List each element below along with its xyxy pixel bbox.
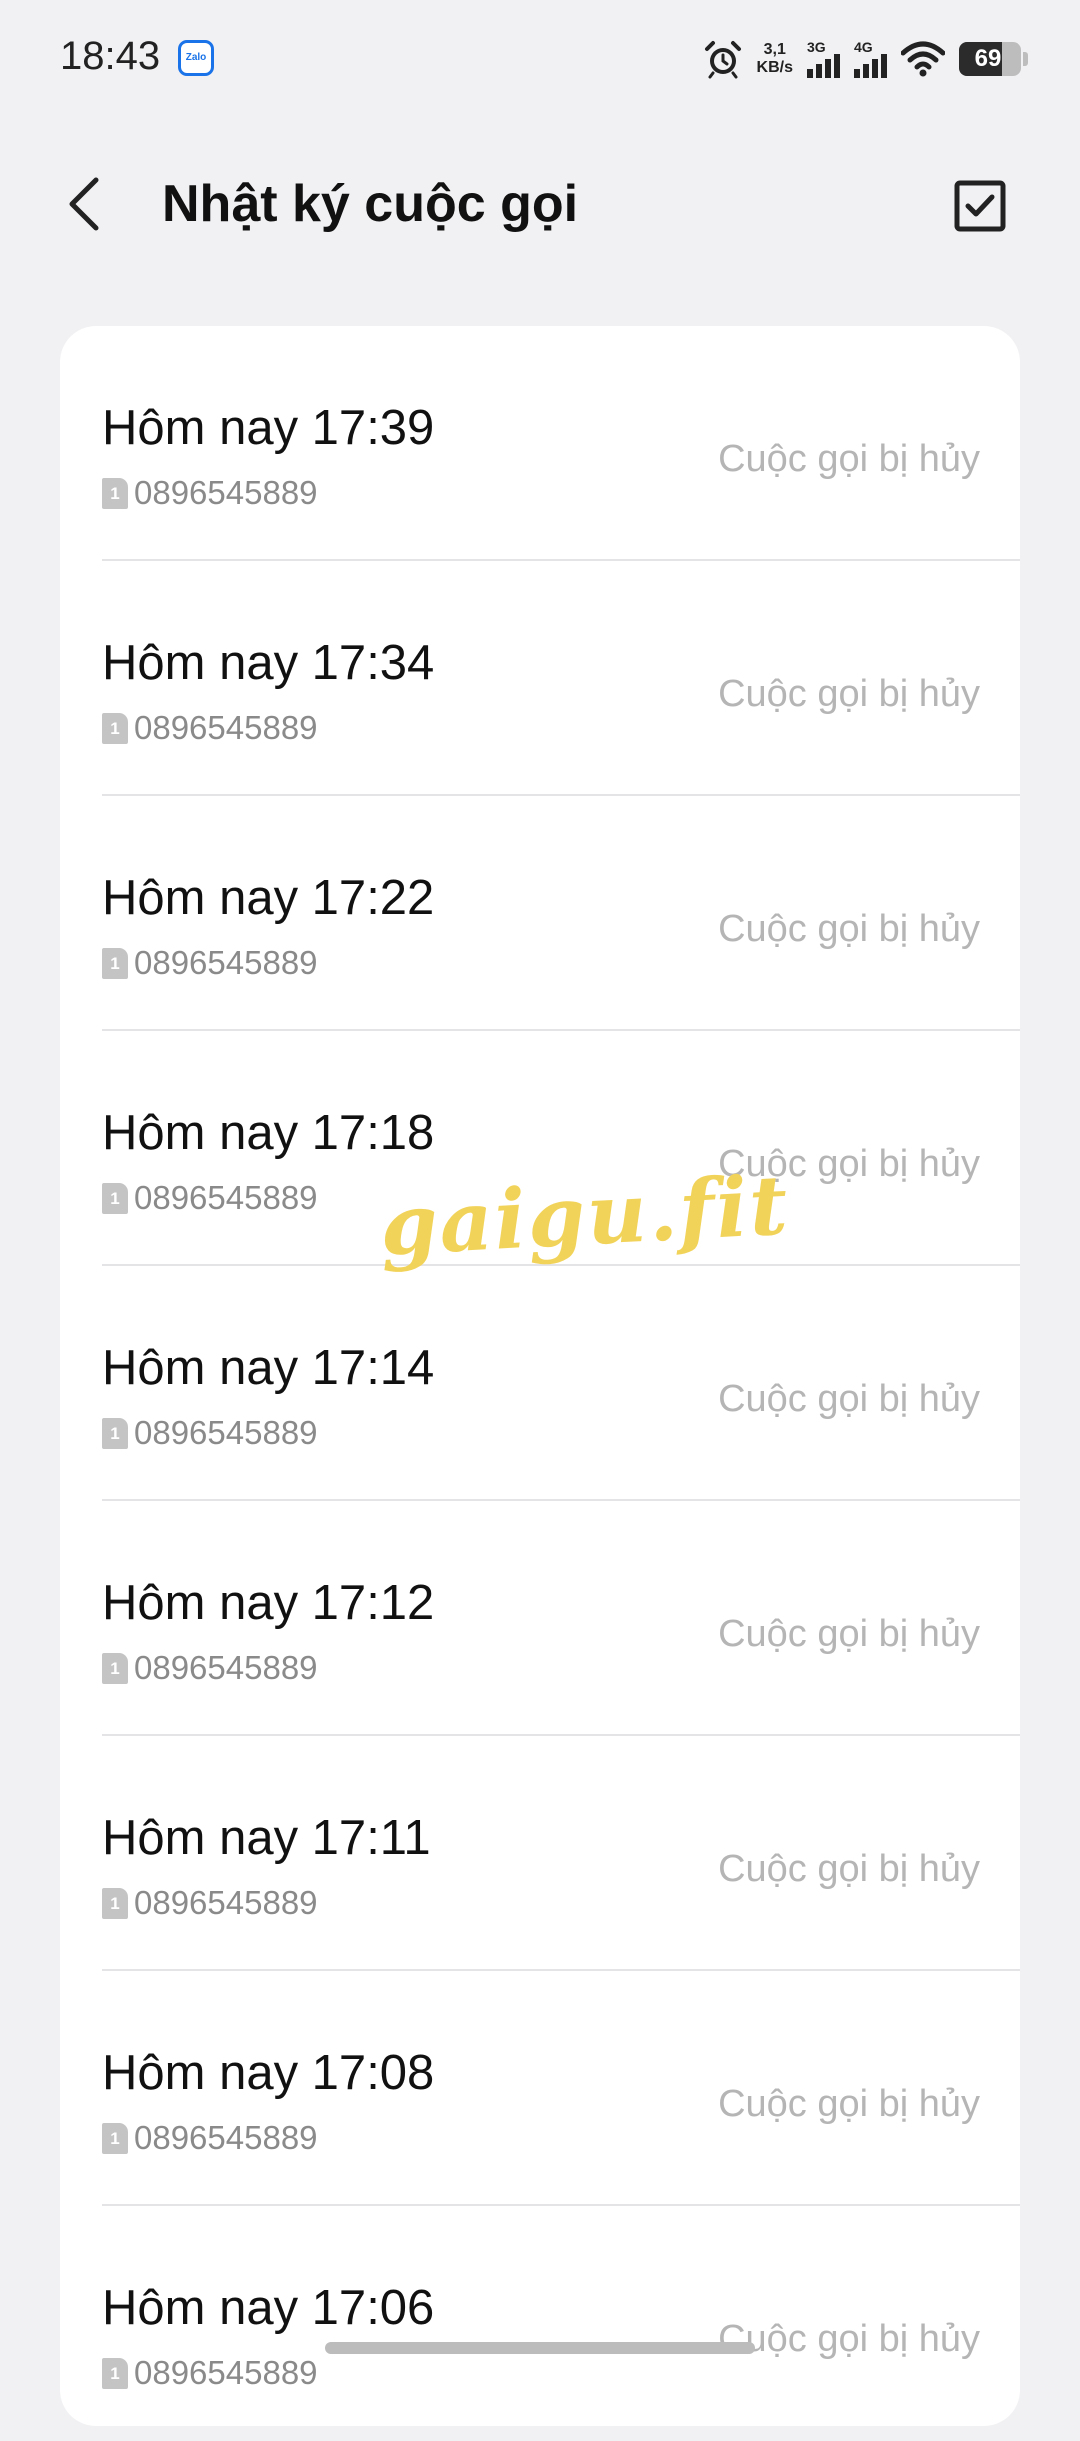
back-button[interactable]: [58, 172, 118, 236]
call-log-item[interactable]: Hôm nay 17:22 1 0896545889 Cuộc gọi bị h…: [60, 796, 1020, 1031]
call-number: 0896545889: [134, 1884, 318, 1921]
call-log-item[interactable]: Hôm nay 17:06 1 0896545889 Cuộc gọi bị h…: [60, 2206, 1020, 2441]
call-log-list: Hôm nay 17:39 1 0896545889 Cuộc gọi bị h…: [60, 326, 1020, 2426]
call-time: Hôm nay 17:39: [102, 401, 435, 455]
status-time: 18:43: [60, 34, 161, 78]
network-speed: 3,1 KB/s: [757, 41, 793, 77]
call-log-item[interactable]: Hôm nay 17:39 1 0896545889 Cuộc gọi bị h…: [60, 326, 1020, 561]
sim-card-icon: 1: [102, 1417, 128, 1449]
call-time: Hôm nay 17:34: [102, 636, 435, 690]
call-number: 0896545889: [134, 709, 318, 746]
call-time: Hôm nay 17:14: [102, 1341, 435, 1395]
alarm-clock-icon: [704, 41, 741, 79]
sim-card-icon: 1: [102, 1652, 128, 1684]
signal-3g-label: 3G: [807, 39, 826, 55]
call-number: 0896545889: [134, 2119, 318, 2156]
call-time: Hôm nay 17:18: [102, 1106, 435, 1160]
call-time: Hôm nay 17:06: [102, 2281, 435, 2335]
call-number-line: 1 0896545889: [102, 1179, 318, 1217]
battery-tip: [1023, 52, 1028, 66]
call-log-item[interactable]: Hôm nay 17:14 1 0896545889 Cuộc gọi bị h…: [60, 1266, 1020, 1501]
signal-bars-icon: [807, 54, 840, 78]
call-number-line: 1 0896545889: [102, 1649, 318, 1687]
call-time: Hôm nay 17:22: [102, 871, 435, 925]
call-number-line: 1 0896545889: [102, 944, 318, 982]
status-bar: 18:43 Zalo 3,1 KB/s 3G 4G 69: [0, 0, 1080, 120]
battery-icon: 69: [959, 42, 1021, 76]
call-number: 0896545889: [134, 1179, 318, 1216]
signal-bars-icon: [854, 54, 887, 78]
signal-4g-label: 4G: [854, 39, 873, 55]
call-time: Hôm nay 17:11: [102, 1811, 431, 1865]
sim-card-icon: 1: [102, 2357, 128, 2389]
call-number: 0896545889: [134, 2354, 318, 2391]
call-number-line: 1 0896545889: [102, 709, 318, 747]
call-number-line: 1 0896545889: [102, 2354, 318, 2392]
status-icons: 3,1 KB/s 3G 4G 69: [703, 34, 1028, 84]
sim-card-icon: 1: [102, 947, 128, 979]
page-title: Nhật ký cuộc gọi: [162, 175, 579, 233]
call-log-item[interactable]: Hôm nay 17:12 1 0896545889 Cuộc gọi bị h…: [60, 1501, 1020, 1736]
sim-card-icon: 1: [102, 2122, 128, 2154]
wifi-icon: [901, 41, 945, 77]
call-status: Cuộc gọi bị hủy: [718, 673, 980, 715]
call-number: 0896545889: [134, 1414, 318, 1451]
signal-4g: 4G: [854, 40, 887, 78]
call-number-line: 1 0896545889: [102, 2119, 318, 2157]
call-status: Cuộc gọi bị hủy: [718, 1378, 980, 1420]
signal-3g: 3G: [807, 40, 840, 78]
call-number-line: 1 0896545889: [102, 1414, 318, 1452]
net-speed-value: 3,1: [763, 41, 786, 58]
call-number: 0896545889: [134, 1649, 318, 1686]
call-status: Cuộc gọi bị hủy: [718, 1848, 980, 1890]
call-status: Cuộc gọi bị hủy: [718, 1613, 980, 1655]
call-log-item[interactable]: Hôm nay 17:08 1 0896545889 Cuộc gọi bị h…: [60, 1971, 1020, 2206]
call-time: Hôm nay 17:08: [102, 2046, 435, 2100]
call-number-line: 1 0896545889: [102, 474, 318, 512]
battery-level: 69: [974, 45, 1002, 72]
call-number: 0896545889: [134, 474, 318, 511]
call-number: 0896545889: [134, 944, 318, 981]
call-status: Cuộc gọi bị hủy: [718, 908, 980, 950]
checkbox-checked-icon: [954, 180, 1006, 232]
call-time: Hôm nay 17:12: [102, 1576, 435, 1630]
zalo-notification-icon: Zalo: [178, 40, 214, 76]
sim-card-icon: 1: [102, 1887, 128, 1919]
home-indicator[interactable]: [325, 2342, 755, 2354]
app-header: Nhật ký cuộc gọi: [0, 150, 1080, 260]
chevron-left-icon: [69, 177, 99, 231]
call-status: Cuộc gọi bị hủy: [718, 438, 980, 480]
sim-card-icon: 1: [102, 477, 128, 509]
call-number-line: 1 0896545889: [102, 1884, 318, 1922]
call-status: Cuộc gọi bị hủy: [718, 2083, 980, 2125]
net-speed-unit: KB/s: [756, 59, 793, 76]
select-mode-button[interactable]: [954, 180, 1006, 232]
sim-card-icon: 1: [102, 1182, 128, 1214]
call-log-item[interactable]: Hôm nay 17:11 1 0896545889 Cuộc gọi bị h…: [60, 1736, 1020, 1971]
sim-card-icon: 1: [102, 712, 128, 744]
call-log-item[interactable]: Hôm nay 17:34 1 0896545889 Cuộc gọi bị h…: [60, 561, 1020, 796]
call-status: Cuộc gọi bị hủy: [718, 2318, 980, 2360]
